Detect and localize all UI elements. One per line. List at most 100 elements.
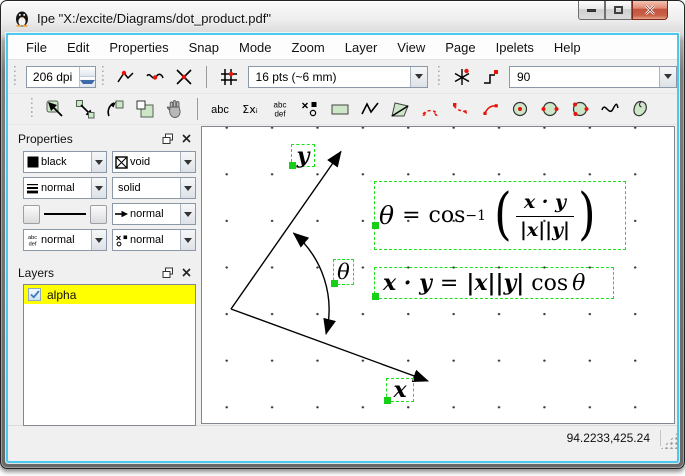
menu-file[interactable]: File: [16, 37, 57, 58]
circle-diameter-mode-button[interactable]: [538, 97, 562, 121]
fill-type-combo[interactable]: void: [112, 151, 196, 173]
angle-arc-arrow[interactable]: [294, 233, 330, 334]
arc-three-points-icon: [419, 98, 441, 120]
toolbar-drag-handle[interactable]: [101, 66, 106, 88]
arrow-type-dropdown-button[interactable]: [180, 204, 195, 224]
angle-snap-button[interactable]: [450, 65, 473, 89]
splinegon-mode-button[interactable]: [628, 97, 652, 121]
menu-zoom[interactable]: Zoom: [282, 37, 335, 58]
menu-snap[interactable]: Snap: [179, 37, 229, 58]
layers-float-button[interactable]: [160, 266, 175, 280]
properties-float-button[interactable]: [160, 132, 175, 146]
fill-type-dropdown-button[interactable]: [180, 152, 195, 172]
label-theta-text: θ: [337, 262, 350, 283]
pen-width-combo[interactable]: normal: [23, 177, 107, 199]
boundary-snap-button[interactable]: [143, 65, 166, 89]
circle-center-radius-mode-button[interactable]: [508, 97, 532, 121]
selection-handle[interactable]: [372, 222, 379, 229]
rectangle-mode-button[interactable]: [328, 97, 352, 121]
angle-dropdown-button[interactable]: [659, 67, 676, 87]
marks-mode-button[interactable]: [298, 97, 322, 121]
minimize-button[interactable]: [578, 1, 605, 20]
spin-up-button[interactable]: [80, 67, 95, 78]
maximize-button[interactable]: [605, 1, 632, 20]
layers-panel-titlebar[interactable]: Layers: [10, 262, 198, 283]
menu-view[interactable]: View: [387, 37, 435, 58]
menu-mode[interactable]: Mode: [229, 37, 282, 58]
menu-edit[interactable]: Edit: [57, 37, 99, 58]
layer-row-alpha[interactable]: alpha: [24, 285, 195, 304]
toolbar-drag-handle[interactable]: [437, 66, 442, 88]
stroke-color-combo[interactable]: black: [23, 151, 107, 173]
custom-angle-snap-button[interactable]: [480, 65, 503, 89]
app-icon-penguin: [14, 9, 30, 27]
grid-snap-button[interactable]: [217, 65, 240, 89]
arrow-toggle-cell: [23, 203, 107, 225]
menu-layer[interactable]: Layer: [335, 37, 388, 58]
label-y-object[interactable]: y: [291, 144, 315, 167]
text-style-combo[interactable]: abc def normal: [23, 229, 107, 251]
resolution-spinbox[interactable]: 206 dpi: [26, 66, 96, 88]
paragraph-mode-button[interactable]: abc def: [268, 97, 292, 121]
label-mode-button[interactable]: abc: [208, 97, 232, 121]
grid-size-combo[interactable]: 16 pts (~6 mm): [248, 66, 429, 88]
layer-visibility-checkbox[interactable]: [28, 288, 41, 301]
dash-style-dropdown-button[interactable]: [180, 178, 195, 198]
select-mode-button[interactable]: [43, 97, 67, 121]
formula1-theta: θ: [379, 201, 394, 230]
vector-x-arrow[interactable]: [231, 309, 428, 381]
rotate-icon: [104, 98, 126, 120]
label-theta-object[interactable]: θ: [333, 259, 354, 285]
vector-y-arrow[interactable]: [231, 152, 341, 310]
reverse-arrow-toggle-button[interactable]: [23, 205, 40, 224]
close-button[interactable]: [632, 1, 668, 20]
stroke-color-dropdown-button[interactable]: [91, 152, 106, 172]
math-mode-button[interactable]: Σxᵢ: [238, 97, 262, 121]
properties-panel-titlebar[interactable]: Properties: [10, 128, 198, 149]
resize-grip[interactable]: [661, 433, 677, 449]
mouse-coordinates: 94.2233,425.24: [567, 431, 660, 445]
float-panel-icon: [162, 267, 174, 279]
mark-shape-combo[interactable]: normal: [112, 229, 196, 251]
mark-shape-dropdown-button[interactable]: [180, 230, 195, 250]
pan-mode-button[interactable]: [163, 97, 187, 121]
toolbar-drag-handle[interactable]: [30, 98, 35, 120]
layers-list[interactable]: alpha: [23, 284, 196, 426]
menu-help[interactable]: Help: [544, 37, 591, 58]
formula-arccos-object[interactable]: θ = cos −1 ( x · y |x||y| ): [374, 181, 626, 250]
arrow-type-combo[interactable]: normal: [112, 203, 196, 225]
stretch-mode-button[interactable]: [133, 97, 157, 121]
properties-close-button[interactable]: [179, 132, 194, 146]
arc-start-tangent-mode-button[interactable]: [448, 97, 472, 121]
spline-mode-button[interactable]: [598, 97, 622, 121]
dash-style-combo[interactable]: solid: [112, 177, 196, 199]
vertex-snap-button[interactable]: [114, 65, 137, 89]
forward-arrow-toggle-button[interactable]: [90, 205, 107, 224]
menu-page[interactable]: Page: [435, 37, 485, 58]
translate-mode-button[interactable]: [73, 97, 97, 121]
intersection-snap-button[interactable]: [173, 65, 196, 89]
polygon-mode-button[interactable]: [388, 97, 412, 121]
pen-width-dropdown-button[interactable]: [91, 178, 106, 198]
drawing-canvas[interactable]: y θ x θ = cos −1: [201, 126, 675, 424]
selection-handle[interactable]: [289, 162, 296, 169]
polyline-mode-button[interactable]: [358, 97, 382, 121]
selection-handle[interactable]: [331, 280, 338, 287]
label-x-object[interactable]: x: [386, 378, 414, 402]
grid-size-dropdown-button[interactable]: [410, 67, 427, 87]
selection-handle[interactable]: [384, 397, 391, 404]
rotate-mode-button[interactable]: [103, 97, 127, 121]
menu-ipelets[interactable]: Ipelets: [486, 37, 544, 58]
text-style-dropdown-button[interactable]: [91, 230, 106, 250]
layers-close-button[interactable]: [179, 266, 194, 280]
arc-three-points-mode-button[interactable]: [418, 97, 442, 121]
angle-combo[interactable]: 90: [509, 66, 677, 88]
formula-dotproduct-object[interactable]: x · y = |x||y| cos θ: [374, 267, 614, 299]
spin-down-button[interactable]: [80, 77, 95, 87]
menu-properties[interactable]: Properties: [99, 37, 178, 58]
toolbar-drag-handle[interactable]: [13, 66, 18, 88]
circle-three-points-mode-button[interactable]: [568, 97, 592, 121]
selection-handle[interactable]: [372, 293, 379, 300]
pen-line-preview: [44, 213, 86, 215]
arc-center-mode-button[interactable]: [478, 97, 502, 121]
